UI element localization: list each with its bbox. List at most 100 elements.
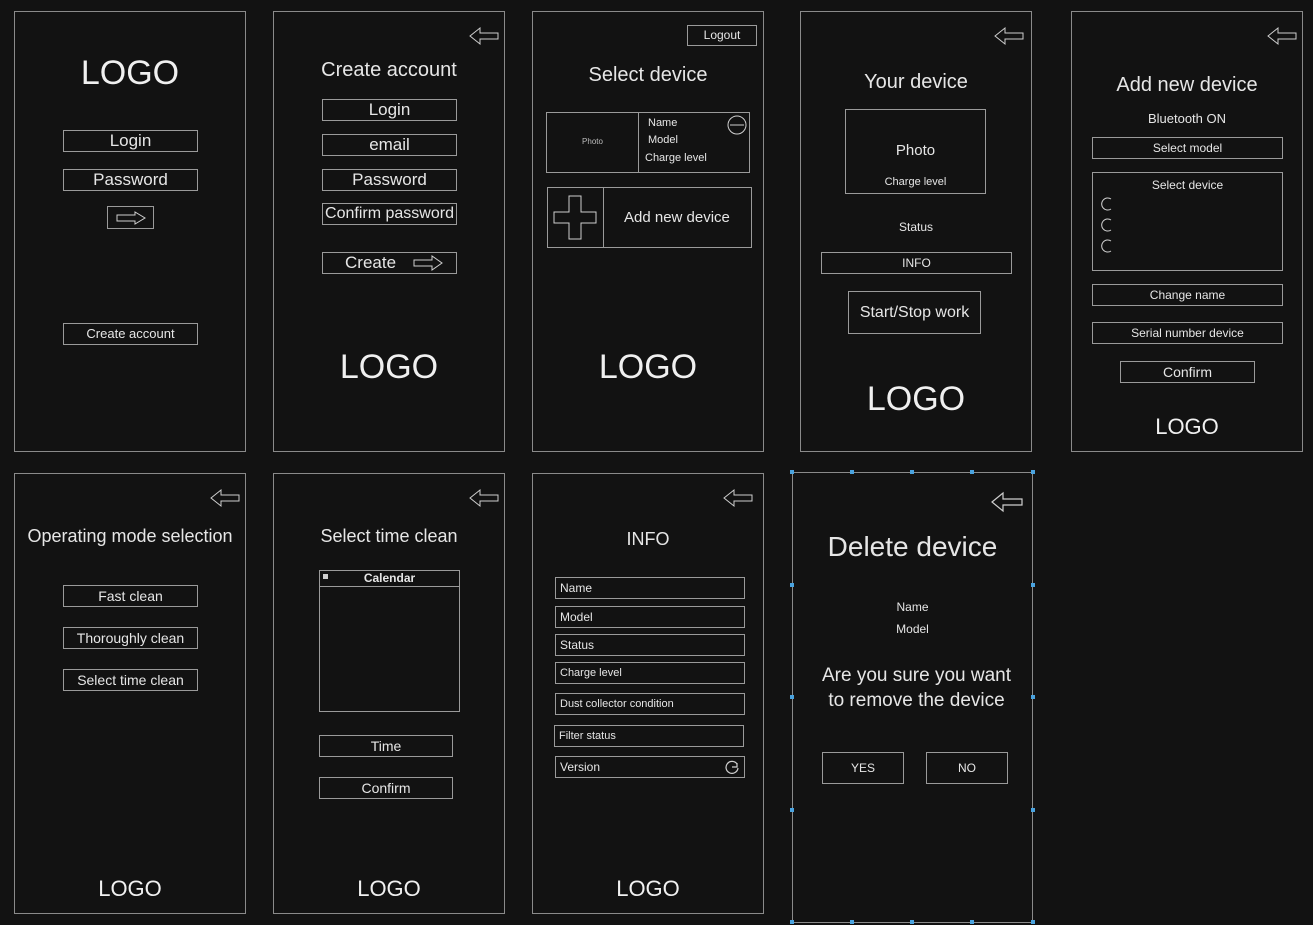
confirm-question-line1: Are you sure you want xyxy=(821,665,1012,686)
confirm-question-line2: to remove the device xyxy=(828,690,1005,711)
device-model-label: Model xyxy=(896,622,929,636)
thoroughly-clean-button[interactable]: Thoroughly clean xyxy=(63,627,198,649)
arrow-right-icon xyxy=(413,255,443,271)
start-stop-button[interactable]: Start/Stop work xyxy=(848,291,981,334)
status-label: Status xyxy=(898,220,934,234)
selection-handle[interactable] xyxy=(790,583,794,587)
info-charge-level-row: Charge level xyxy=(555,662,745,684)
radio-option-icon[interactable] xyxy=(1099,197,1113,211)
select-device-label: Select device xyxy=(1151,178,1224,192)
serial-number-field[interactable]: Serial number device xyxy=(1092,322,1283,344)
back-arrow-icon[interactable] xyxy=(469,488,499,508)
page-title: Create account xyxy=(321,59,457,81)
device-photo: Photo xyxy=(547,113,639,172)
device-model: Model xyxy=(648,134,678,146)
back-arrow-icon[interactable] xyxy=(210,488,240,508)
change-name-field[interactable]: Change name xyxy=(1092,284,1283,306)
back-arrow-icon[interactable] xyxy=(723,488,753,508)
screen-select-time-clean: Select time clean Calendar Time Confirm … xyxy=(273,473,505,914)
calendar-header: Calendar xyxy=(320,571,459,587)
radio-option-icon[interactable] xyxy=(1099,239,1113,253)
screen-your-device: Your device Photo Charge level Status IN… xyxy=(800,11,1032,452)
selection-handle[interactable] xyxy=(850,470,854,474)
selection-handle[interactable] xyxy=(1031,695,1035,699)
bluetooth-status: Bluetooth ON xyxy=(1147,111,1227,126)
back-arrow-icon[interactable] xyxy=(469,26,499,46)
refresh-icon[interactable] xyxy=(724,759,740,775)
back-arrow-icon[interactable] xyxy=(991,491,1023,513)
password-field[interactable]: Password xyxy=(63,169,198,191)
screen-add-new-device: Add new device Bluetooth ON Select model… xyxy=(1071,11,1303,452)
device-card[interactable]: Photo Name Model Charge level xyxy=(546,112,750,173)
page-title: Your device xyxy=(864,71,968,93)
add-new-device-button[interactable]: Add new device xyxy=(547,187,752,248)
device-name: Name xyxy=(648,117,678,129)
select-device-list[interactable]: Select device xyxy=(1092,172,1283,271)
device-photo: Photo Charge level xyxy=(845,109,986,194)
selection-handle[interactable] xyxy=(1031,920,1035,924)
plus-area xyxy=(548,188,604,247)
yes-button[interactable]: YES xyxy=(822,752,904,784)
page-title: INFO xyxy=(626,529,670,549)
login-field[interactable]: Login xyxy=(322,99,457,121)
logo: LOGO xyxy=(339,348,439,386)
selection-handle[interactable] xyxy=(970,470,974,474)
charge-level-label: Charge level xyxy=(884,176,947,188)
login-submit-button[interactable] xyxy=(107,206,154,229)
selection-handle[interactable] xyxy=(790,695,794,699)
selection-handle[interactable] xyxy=(1031,470,1035,474)
selection-handle[interactable] xyxy=(970,920,974,924)
screen-create-account: Create account Login email Password Conf… xyxy=(273,11,505,452)
logo: LOGO xyxy=(98,876,162,901)
password-field[interactable]: Password xyxy=(322,169,457,191)
selection-handle[interactable] xyxy=(790,470,794,474)
select-model-dropdown[interactable]: Select model xyxy=(1092,137,1283,159)
time-field[interactable]: Time xyxy=(319,735,453,757)
device-name-label: Name xyxy=(896,600,929,614)
page-title: Add new device xyxy=(1116,74,1258,96)
logo: LOGO xyxy=(357,876,421,901)
selection-handle[interactable] xyxy=(790,920,794,924)
info-button[interactable]: INFO xyxy=(821,252,1012,274)
page-title: Delete device xyxy=(827,531,998,562)
page-title: Select time clean xyxy=(320,526,458,546)
page-title: Operating mode selection xyxy=(27,526,233,546)
logout-button[interactable]: Logout xyxy=(687,25,757,46)
email-field[interactable]: email xyxy=(322,134,457,156)
calendar-widget[interactable]: Calendar xyxy=(319,570,460,712)
calendar-title: Calendar xyxy=(363,571,416,585)
remove-circle-icon[interactable] xyxy=(727,115,747,135)
select-time-clean-button[interactable]: Select time clean xyxy=(63,669,198,691)
photo-label: Photo xyxy=(582,137,603,146)
back-arrow-icon[interactable] xyxy=(994,26,1024,46)
confirm-button[interactable]: Confirm xyxy=(1120,361,1255,383)
version-label: Version xyxy=(560,760,601,774)
logo: LOGO xyxy=(616,876,680,901)
logo: LOGO xyxy=(866,380,966,418)
radio-option-icon[interactable] xyxy=(1099,218,1113,232)
screen-select-device: Logout Select device Photo Name Model Ch… xyxy=(532,11,764,452)
info-dust-collector-row: Dust collector condition xyxy=(555,693,745,715)
selection-handle[interactable] xyxy=(1031,808,1035,812)
logo: LOGO xyxy=(1155,414,1219,439)
logo: LOGO xyxy=(80,54,180,92)
info-version-row: Version xyxy=(555,756,745,778)
screen-info: INFO Name Model Status Charge level Dust… xyxy=(532,473,764,914)
back-arrow-icon[interactable] xyxy=(1267,26,1297,46)
confirm-button[interactable]: Confirm xyxy=(319,777,453,799)
selection-handle[interactable] xyxy=(790,808,794,812)
photo-label: Photo xyxy=(895,142,936,159)
arrow-right-icon xyxy=(116,211,146,225)
selection-handle[interactable] xyxy=(850,920,854,924)
selection-handle[interactable] xyxy=(910,920,914,924)
confirm-password-field[interactable]: Confirm password xyxy=(322,203,457,225)
no-button[interactable]: NO xyxy=(926,752,1008,784)
info-model-row: Model xyxy=(555,606,745,628)
login-field[interactable]: Login xyxy=(63,130,198,152)
create-button[interactable]: Create xyxy=(322,252,457,274)
selection-handle[interactable] xyxy=(910,470,914,474)
fast-clean-button[interactable]: Fast clean xyxy=(63,585,198,607)
selection-handle[interactable] xyxy=(1031,583,1035,587)
create-account-button[interactable]: Create account xyxy=(63,323,198,345)
create-label: Create xyxy=(345,253,397,272)
